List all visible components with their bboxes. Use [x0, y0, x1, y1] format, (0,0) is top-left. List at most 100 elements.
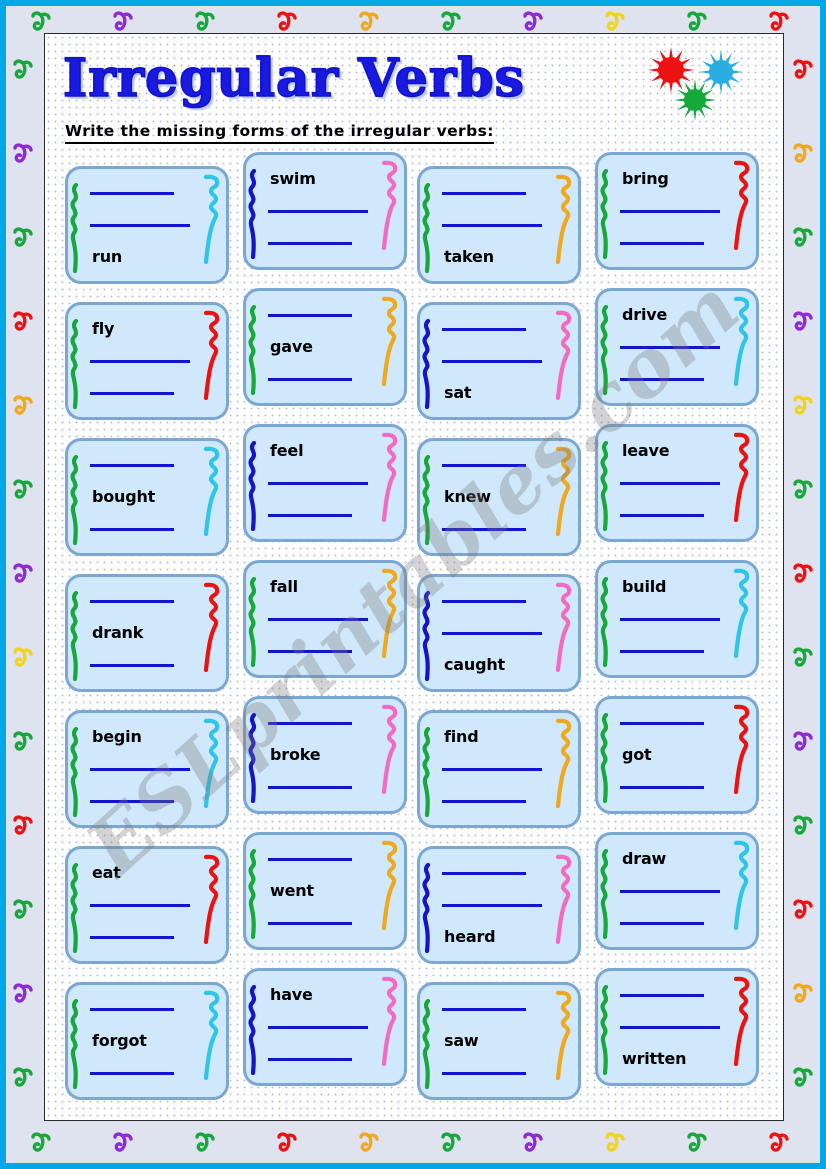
verb-form-line[interactable]: [86, 453, 214, 485]
answer-blank[interactable]: [620, 922, 704, 925]
verb-card[interactable]: taken: [417, 166, 581, 284]
verb-form-line[interactable]: [616, 471, 744, 503]
verb-form-line[interactable]: [86, 1061, 214, 1093]
verb-form-line[interactable]: [438, 453, 566, 485]
verb-card[interactable]: bring: [595, 152, 759, 270]
answer-blank[interactable]: [90, 224, 190, 227]
answer-blank[interactable]: [442, 600, 526, 603]
verb-form-line[interactable]: [264, 1047, 392, 1079]
answer-blank[interactable]: [90, 800, 174, 803]
verb-card[interactable]: got: [595, 696, 759, 814]
verb-form-line[interactable]: [86, 517, 214, 549]
answer-blank[interactable]: [90, 192, 174, 195]
verb-card[interactable]: saw: [417, 982, 581, 1100]
verb-card[interactable]: build: [595, 560, 759, 678]
verb-form-line[interactable]: [616, 879, 744, 911]
verb-form-line[interactable]: [264, 607, 392, 639]
answer-blank[interactable]: [442, 1072, 526, 1075]
verb-card[interactable]: caught: [417, 574, 581, 692]
answer-blank[interactable]: [268, 618, 368, 621]
verb-form-line[interactable]: [264, 471, 392, 503]
verb-form-line[interactable]: [438, 1061, 566, 1093]
answer-blank[interactable]: [620, 618, 720, 621]
verb-form-line[interactable]: [438, 997, 566, 1029]
verb-form-line[interactable]: [616, 911, 744, 943]
answer-blank[interactable]: [442, 768, 542, 771]
verb-form-line[interactable]: [264, 503, 392, 535]
verb-form-line[interactable]: [438, 621, 566, 653]
answer-blank[interactable]: [620, 210, 720, 213]
verb-form-line[interactable]: [86, 757, 214, 789]
answer-blank[interactable]: [620, 1026, 720, 1029]
answer-blank[interactable]: [90, 392, 174, 395]
verb-form-line[interactable]: [264, 1015, 392, 1047]
verb-form-line[interactable]: [264, 711, 392, 743]
answer-blank[interactable]: [268, 1026, 368, 1029]
answer-blank[interactable]: [442, 904, 542, 907]
verb-form-line[interactable]: [616, 367, 744, 399]
answer-blank[interactable]: [442, 632, 542, 635]
verb-form-line[interactable]: [438, 517, 566, 549]
verb-form-line[interactable]: [86, 381, 214, 413]
answer-blank[interactable]: [90, 600, 174, 603]
answer-blank[interactable]: [442, 872, 526, 875]
verb-form-line[interactable]: [438, 349, 566, 381]
verb-card[interactable]: gave: [243, 288, 407, 406]
verb-form-line[interactable]: [264, 231, 392, 263]
verb-form-line[interactable]: [264, 911, 392, 943]
answer-blank[interactable]: [442, 192, 526, 195]
answer-blank[interactable]: [442, 800, 526, 803]
verb-form-line[interactable]: [264, 199, 392, 231]
verb-card[interactable]: drank: [65, 574, 229, 692]
verb-form-line[interactable]: [86, 789, 214, 821]
answer-blank[interactable]: [620, 346, 720, 349]
verb-card[interactable]: sat: [417, 302, 581, 420]
answer-blank[interactable]: [268, 1058, 352, 1061]
answer-blank[interactable]: [90, 936, 174, 939]
verb-card[interactable]: leave: [595, 424, 759, 542]
answer-blank[interactable]: [90, 1008, 174, 1011]
answer-blank[interactable]: [268, 242, 352, 245]
verb-form-line[interactable]: [616, 983, 744, 1015]
answer-blank[interactable]: [268, 722, 352, 725]
answer-blank[interactable]: [620, 482, 720, 485]
verb-card[interactable]: run: [65, 166, 229, 284]
verb-form-line[interactable]: [264, 303, 392, 335]
verb-card[interactable]: find: [417, 710, 581, 828]
verb-form-line[interactable]: [438, 213, 566, 245]
answer-blank[interactable]: [268, 378, 352, 381]
verb-card[interactable]: eat: [65, 846, 229, 964]
answer-blank[interactable]: [268, 786, 352, 789]
answer-blank[interactable]: [268, 922, 352, 925]
answer-blank[interactable]: [620, 994, 704, 997]
verb-form-line[interactable]: [438, 317, 566, 349]
verb-form-line[interactable]: [616, 607, 744, 639]
verb-form-line[interactable]: [86, 925, 214, 957]
answer-blank[interactable]: [90, 1072, 174, 1075]
verb-form-line[interactable]: [616, 335, 744, 367]
verb-form-line[interactable]: [438, 789, 566, 821]
verb-form-line[interactable]: [616, 639, 744, 671]
verb-card[interactable]: bought: [65, 438, 229, 556]
verb-form-line[interactable]: [438, 893, 566, 925]
verb-card[interactable]: forgot: [65, 982, 229, 1100]
verb-form-line[interactable]: [616, 199, 744, 231]
verb-form-line[interactable]: [616, 1015, 744, 1047]
verb-card[interactable]: knew: [417, 438, 581, 556]
verb-form-line[interactable]: [86, 181, 214, 213]
verb-card[interactable]: went: [243, 832, 407, 950]
answer-blank[interactable]: [90, 768, 190, 771]
verb-form-line[interactable]: [438, 181, 566, 213]
verb-form-line[interactable]: [616, 503, 744, 535]
verb-card[interactable]: broke: [243, 696, 407, 814]
answer-blank[interactable]: [620, 722, 704, 725]
answer-blank[interactable]: [620, 378, 704, 381]
answer-blank[interactable]: [90, 528, 174, 531]
answer-blank[interactable]: [620, 242, 704, 245]
answer-blank[interactable]: [442, 464, 526, 467]
answer-blank[interactable]: [268, 314, 352, 317]
answer-blank[interactable]: [268, 210, 368, 213]
answer-blank[interactable]: [90, 464, 174, 467]
answer-blank[interactable]: [620, 650, 704, 653]
verb-form-line[interactable]: [264, 367, 392, 399]
